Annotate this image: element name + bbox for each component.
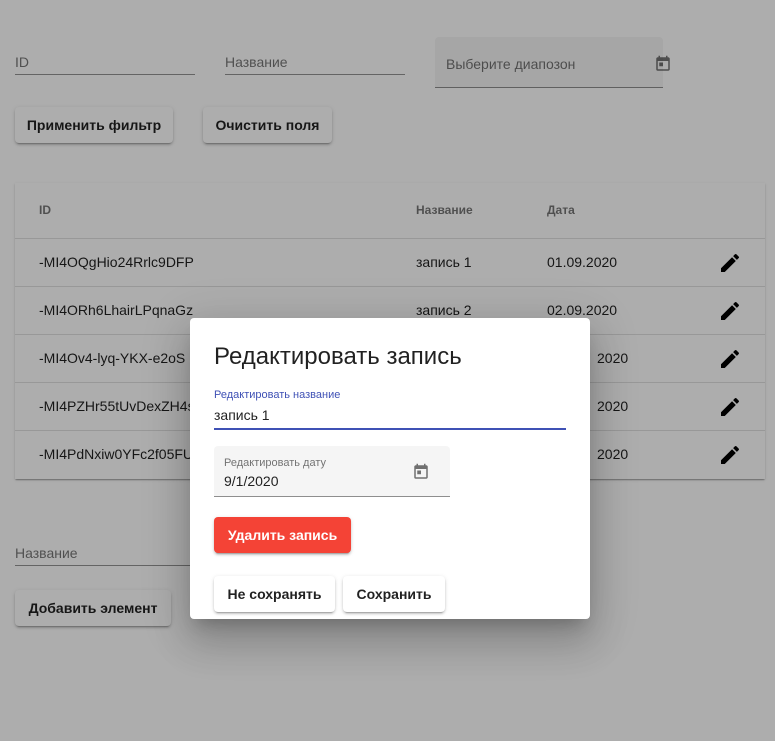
calendar-icon[interactable]: [412, 463, 430, 481]
dont-save-button[interactable]: Не сохранять: [214, 576, 335, 612]
edit-date-field[interactable]: Редактировать дату 9/1/2020: [214, 446, 450, 497]
save-button[interactable]: Сохранить: [343, 576, 445, 612]
page: ID Название Выберите диапозон Применить …: [0, 0, 775, 741]
dialog-title: Редактировать запись: [214, 343, 462, 370]
edit-name-value[interactable]: запись 1: [214, 407, 270, 423]
delete-record-button[interactable]: Удалить запись: [214, 517, 351, 553]
edit-name-field[interactable]: Редактировать название запись 1: [214, 389, 566, 430]
edit-name-underline: [214, 428, 566, 430]
edit-name-label: Редактировать название: [214, 389, 341, 401]
edit-record-dialog: Редактировать запись Редактировать назва…: [190, 318, 590, 619]
edit-date-value[interactable]: 9/1/2020: [224, 473, 279, 489]
edit-date-underline: [214, 496, 450, 497]
edit-date-label: Редактировать дату: [224, 457, 326, 469]
